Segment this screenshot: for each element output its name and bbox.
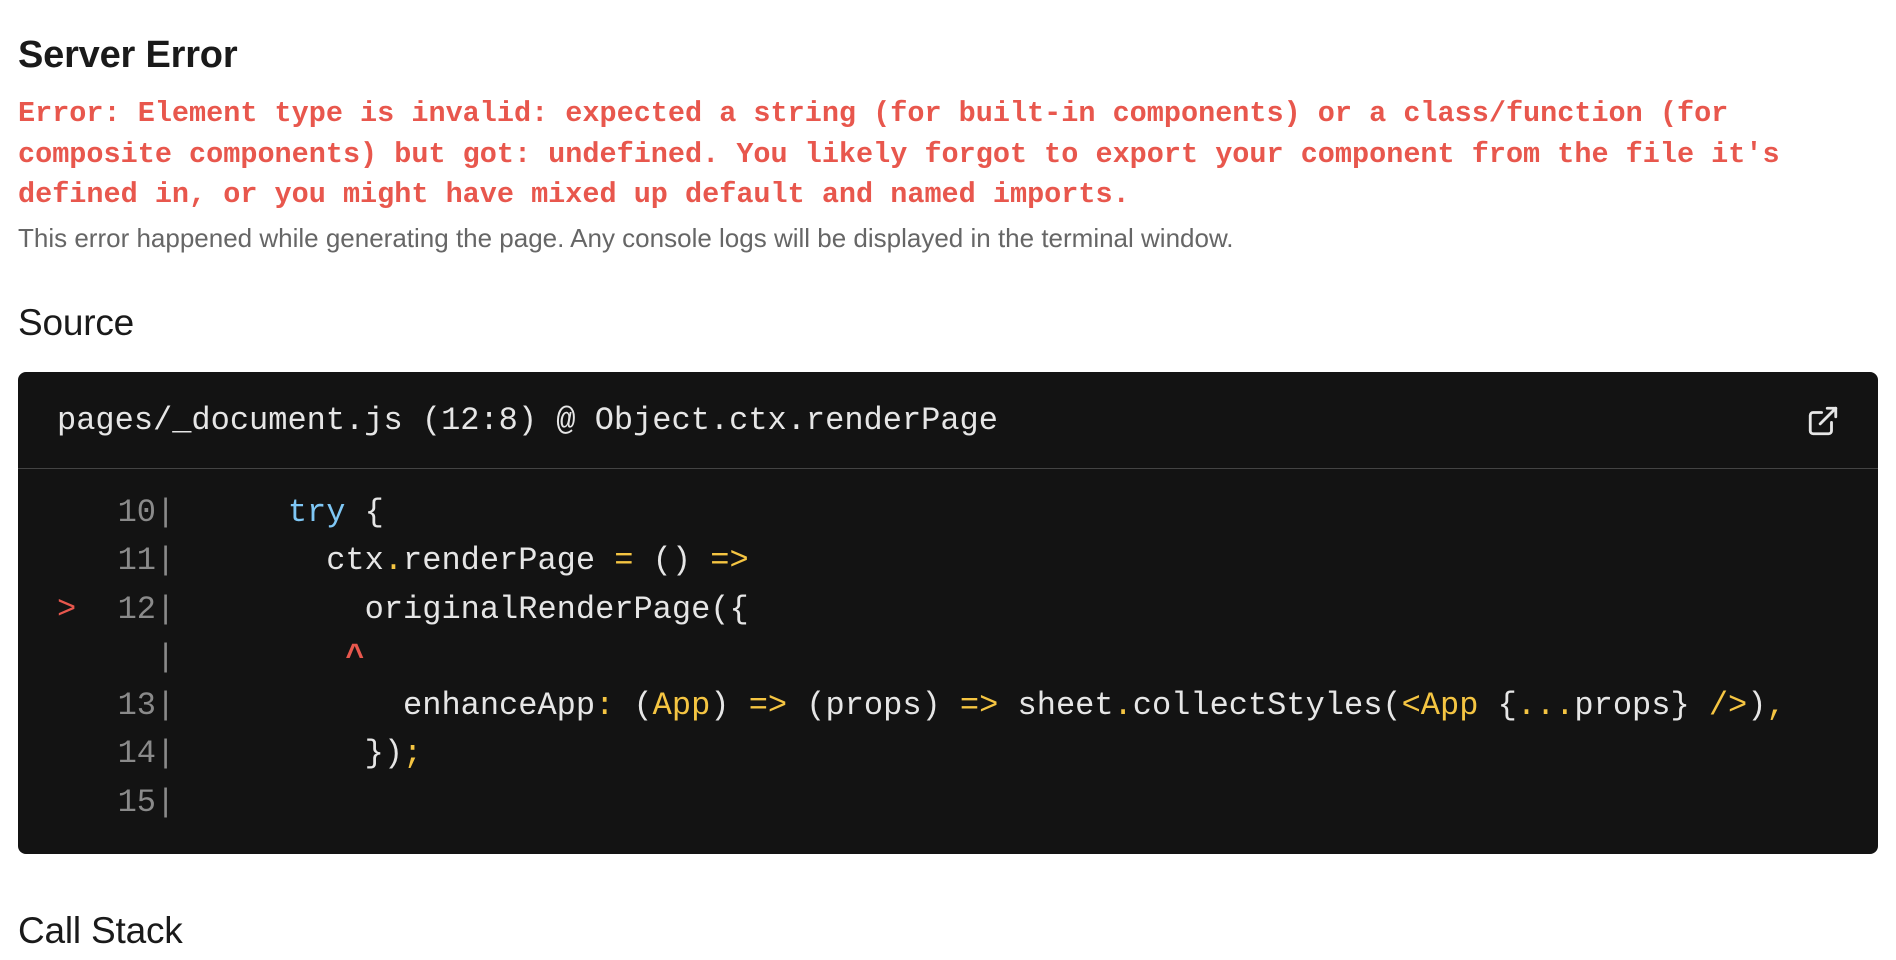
code-token: (: [614, 687, 653, 725]
page-title: Server Error: [18, 34, 238, 76]
code-token: ctx: [211, 542, 384, 580]
code-token: =>: [748, 687, 788, 725]
line-gutter: |: [156, 735, 176, 773]
code-text: ^: [211, 634, 365, 682]
code-token: {: [345, 494, 384, 531]
code-line: 13 | enhanceApp: (App) => (props) => shee…: [18, 682, 1878, 730]
code-token: sheet: [998, 687, 1114, 725]
code-token: App: [652, 687, 711, 725]
line-number: 13: [117, 687, 156, 725]
code-body: 10 | try {11 | ctx.renderPage = () => >12 | …: [18, 469, 1878, 827]
line-number: 12: [117, 590, 156, 628]
line-gutter: |: [156, 590, 176, 628]
code-caret-line: | ^: [18, 634, 1878, 682]
code-token: ): [1747, 687, 1767, 725]
code-token: .: [383, 542, 404, 580]
code-token: ): [710, 687, 749, 725]
source-heading: Source: [18, 302, 135, 343]
line-number: 15: [117, 783, 156, 821]
code-frame-header: pages/_document.js (12:8) @ Object.ctx.r…: [18, 372, 1878, 469]
code-text: });: [211, 730, 423, 778]
code-frame: pages/_document.js (12:8) @ Object.ctx.r…: [18, 372, 1878, 854]
code-token: {: [1478, 687, 1517, 725]
code-token: collectStyles(: [1132, 687, 1402, 725]
file-location-link[interactable]: pages/_document.js (12:8) @ Object.ctx.r…: [57, 402, 998, 439]
code-token: .: [1113, 687, 1133, 725]
code-token: props}: [1574, 687, 1709, 725]
error-note: This error happened while generating the…: [18, 223, 1234, 253]
line-gutter: |: [156, 638, 176, 676]
code-text: try {: [211, 489, 384, 537]
code-token: =: [614, 542, 634, 580]
code-text: enhanceApp: (App) => (props) => sheet.co…: [211, 682, 1786, 730]
code-token: <App: [1401, 687, 1479, 725]
line-gutter: |: [156, 687, 176, 725]
code-line: 10 | try {: [18, 489, 1878, 537]
code-token: renderPage: [403, 542, 615, 580]
code-token: =>: [710, 542, 749, 580]
error-line-marker: >: [57, 590, 77, 628]
code-token: :: [595, 687, 615, 725]
line-number: 10: [117, 494, 156, 531]
code-token: ,: [1766, 687, 1786, 725]
code-line: 14 | });: [18, 730, 1878, 778]
external-link-icon[interactable]: [1806, 404, 1840, 438]
code-token: (props): [787, 687, 960, 725]
error-caret: ^: [345, 638, 365, 676]
code-line: >12 | originalRenderPage({: [18, 586, 1878, 634]
code-token: originalRenderPage({: [211, 590, 749, 628]
code-text: originalRenderPage({: [211, 586, 749, 634]
line-gutter: |: [156, 542, 176, 580]
code-token: try: [287, 494, 346, 531]
code-text: ctx.renderPage = () =>: [211, 537, 749, 585]
code-token: />: [1708, 687, 1748, 725]
code-line: 15 |: [18, 779, 1878, 827]
code-token: ...: [1516, 687, 1575, 725]
code-line: 11 | ctx.renderPage = () =>: [18, 537, 1878, 585]
code-token: enhanceApp: [211, 687, 596, 725]
error-message: Error: Element type is invalid: expected…: [18, 97, 1780, 211]
code-token: ;: [403, 735, 423, 773]
line-gutter: |: [156, 783, 176, 821]
line-gutter: |: [156, 494, 176, 531]
code-token: =>: [959, 687, 999, 725]
code-token: }): [211, 735, 404, 773]
line-number: 14: [117, 735, 156, 773]
call-stack-heading: Call Stack: [18, 910, 183, 951]
error-page: Server Error Error: Element type is inva…: [0, 0, 1896, 960]
line-number: 11: [117, 542, 156, 580]
code-token: (): [633, 542, 711, 580]
